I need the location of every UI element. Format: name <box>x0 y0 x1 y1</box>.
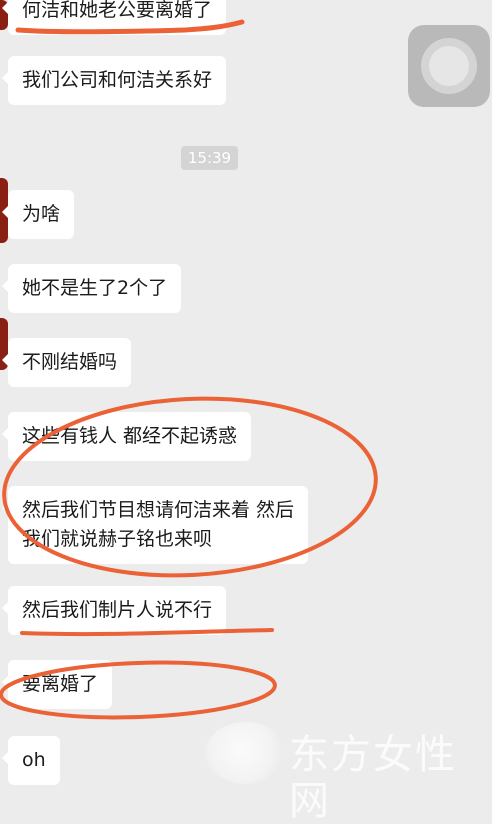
floating-assistive-button[interactable] <box>408 25 490 107</box>
chat-view: 何洁和她老公要离婚了 我们公司和何洁关系好 15:39 为啥 她不是生了2个了 … <box>0 0 492 824</box>
watermark-text: 东方女性网 <box>289 732 457 824</box>
message-bubble[interactable]: 要离婚了 <box>1 660 113 709</box>
message-bubble[interactable]: 然后我们节目想请何洁来着 然后 我们就说赫子铭也来呗 <box>1 486 309 564</box>
message-bubble[interactable]: 我们公司和何洁关系好 <box>1 56 227 105</box>
message-bubble[interactable]: 不刚结婚吗 <box>1 338 132 387</box>
message-bubble[interactable]: 何洁和她老公要离婚了 <box>1 0 227 35</box>
message-bubble[interactable]: 她不是生了2个了 <box>1 264 182 313</box>
site-watermark: 东方女性网 <box>205 718 492 824</box>
assistive-dot-icon <box>429 46 469 86</box>
watermark-logo-icon <box>205 722 287 784</box>
timestamp-label: 15:39 <box>181 146 238 170</box>
message-bubble[interactable]: 然后我们制片人说不行 <box>1 586 227 635</box>
message-bubble[interactable]: 这些有钱人 都经不起诱惑 <box>1 412 252 461</box>
message-bubble[interactable]: oh <box>2 736 60 785</box>
message-bubble[interactable]: 为啥 <box>1 190 75 239</box>
